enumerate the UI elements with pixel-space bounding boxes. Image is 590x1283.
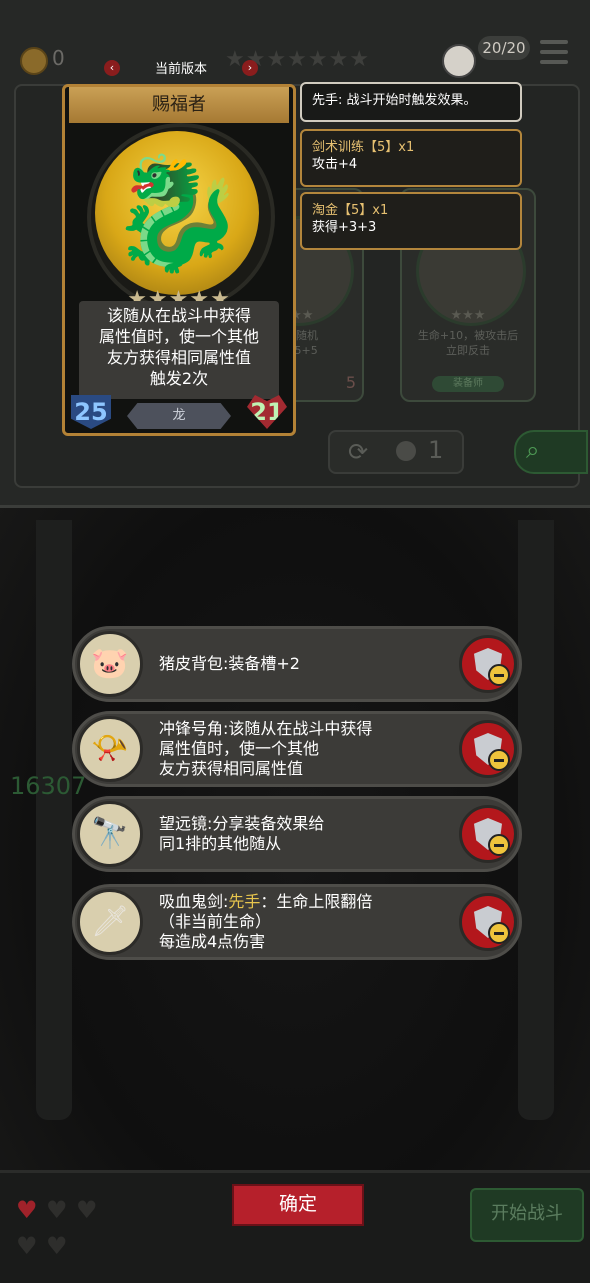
unit-name: 赐福者 (69, 87, 289, 123)
health-stat: 21 (247, 395, 287, 429)
tooltip-title: 剑术训练【5】x1 (312, 140, 415, 155)
unit-description-line: 友方获得相同属性值 (106, 348, 251, 367)
equipment-text: 冲锋号角:该随从在战斗中获得 属性值时，使一个其他 友方获得相同属性值 (159, 714, 449, 784)
refresh-icon: ⟳ (348, 438, 369, 466)
unit-description-line: 触发2次 (149, 369, 209, 388)
unit-description-line: 该随从在战斗中获得 (106, 306, 251, 325)
unequip-button[interactable] (459, 805, 517, 863)
tribe-label: 龙 (127, 403, 231, 429)
next-version-button[interactable]: › (242, 60, 258, 76)
unit-detail-card: 赐福者 🐉 ★★★★★ 该随从在战斗中获得 属性值时，使一个其他 友方获得相同属… (62, 84, 296, 436)
heart-icon: ♥ (46, 1196, 68, 1224)
minus-icon (488, 834, 510, 856)
minus-icon (488, 922, 510, 944)
equipment-text: 望远镜:分享装备效果给 同1排的其他随从 (159, 799, 449, 869)
tooltip-title: 淘金【5】x1 (312, 203, 389, 218)
right-pillar (518, 520, 554, 1120)
heart-icon: ♥ (76, 1196, 98, 1224)
golden-dragon-icon: 🐉 (108, 149, 246, 277)
unequip-button[interactable] (459, 720, 517, 778)
minus-icon (488, 749, 510, 771)
equipment-line: 每造成4点伤害 (159, 932, 266, 951)
unit-description: 该随从在战斗中获得 属性值时，使一个其他 友方获得相同属性值 触发2次 (79, 301, 279, 399)
left-pillar (36, 520, 72, 1120)
buff-tooltip-sword-training: 剑术训练【5】x1 攻击+4 (300, 129, 522, 187)
equipment-line: 友方获得相同属性值 (159, 759, 304, 778)
equipment-text: 猪皮背包:装备槽+2 (159, 629, 449, 699)
faint-score: 16307 (10, 772, 87, 800)
equipment-row[interactable]: 🗡 吸血鬼剑:先手：生命上限翻倍 （非当前生命） 每造成4点伤害 (72, 884, 522, 960)
equipment-row[interactable]: 🔭 望远镜:分享装备效果给 同1排的其他随从 (72, 796, 522, 872)
start-battle-button[interactable]: 开始战斗 (470, 1188, 584, 1242)
equipment-line: 属性值时，使一个其他 (159, 739, 320, 758)
pig-backpack-icon: 🐷 (77, 631, 143, 697)
heart-icon: ♥ (16, 1232, 38, 1260)
shop-card-tribe: 装备师 (432, 376, 504, 392)
equipment-line-prefix: 吸血鬼剑: (159, 892, 229, 911)
avatar-icon[interactable] (442, 44, 476, 78)
tooltip-body: 攻击+4 (312, 157, 358, 172)
menu-icon[interactable] (540, 40, 568, 66)
lives-hearts: ♥ ♥ ♥ ♥ ♥ (16, 1196, 126, 1268)
equipment-line: 冲锋号角:该随从在战斗中获得 (159, 719, 373, 738)
telescope-icon: 🔭 (77, 801, 143, 867)
search-button[interactable]: ⌕ (514, 430, 588, 474)
coin-icon (396, 441, 416, 461)
equipment-line: 同1排的其他随从 (159, 834, 282, 853)
tooltip-body: 获得+3+3 (312, 220, 377, 235)
coin-count: 0 (52, 46, 65, 70)
population-badge: 20/20 (478, 36, 530, 60)
shop-card-stars: ★★★ (450, 308, 486, 323)
equipment-row[interactable]: 🐷 猪皮背包:装备槽+2 (72, 626, 522, 702)
refresh-cost: 1 (428, 436, 444, 464)
confirm-button[interactable]: 确定 (232, 1184, 364, 1226)
equipment-text: 吸血鬼剑:先手：生命上限翻倍 （非当前生命） 每造成4点伤害 (159, 887, 449, 957)
equipment-line: （非当前生命） (159, 912, 272, 931)
search-icon: ⌕ (526, 436, 540, 464)
charge-horn-icon: 📯 (77, 716, 143, 782)
equipment-line: 猪皮背包:装备槽+2 (159, 654, 300, 673)
vampire-sword-icon: 🗡 (77, 889, 143, 955)
keyword-first-strike[interactable]: 先手 (228, 892, 260, 911)
keyword-tooltip: 先手: 战斗开始时触发效果。 (300, 82, 522, 122)
equipment-line-suffix: ：生命上限翻倍 (260, 892, 373, 911)
minus-icon (488, 664, 510, 686)
equipment-line: 吸血鬼剑:先手：生命上限翻倍 (159, 892, 449, 912)
heart-icon: ♥ (16, 1196, 38, 1224)
equipment-row[interactable]: 📯 冲锋号角:该随从在战斗中获得 属性值时，使一个其他 友方获得相同属性值 (72, 711, 522, 787)
shop-card-desc: 生命+10，被攻击后 立即反击 (417, 329, 519, 357)
buff-tooltip-gold-panning: 淘金【5】x1 获得+3+3 (300, 192, 522, 250)
shop-card-health: 5 (345, 373, 356, 392)
attack-stat: 25 (71, 395, 111, 429)
unequip-button[interactable] (459, 893, 517, 951)
unit-description-line: 属性值时，使一个其他 (98, 327, 259, 346)
unequip-button[interactable] (459, 635, 517, 693)
prev-version-button[interactable]: ‹ (104, 60, 120, 76)
refresh-button[interactable]: ⟳ 1 (328, 430, 464, 474)
coin-icon (20, 47, 48, 75)
version-label: 当前版本 (154, 62, 207, 77)
equipment-line: 望远镜:分享装备效果给 (159, 814, 325, 833)
tooltip-body: 先手: 战斗开始时触发效果。 (312, 93, 477, 108)
heart-icon: ♥ (46, 1232, 68, 1260)
